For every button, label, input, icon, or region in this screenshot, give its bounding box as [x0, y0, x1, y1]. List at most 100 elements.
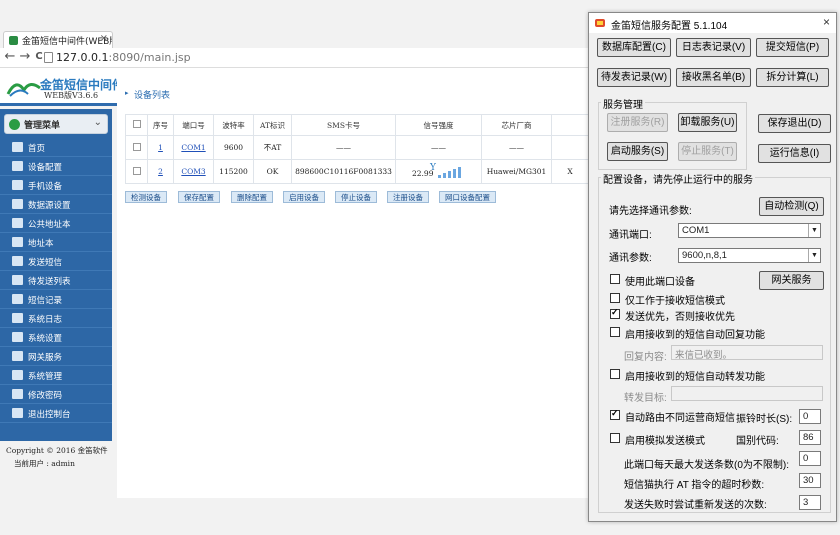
- sidebar-item-label: 退出控制台: [28, 410, 71, 420]
- stop-service-button[interactable]: 停止服务(T): [678, 142, 737, 161]
- col-header: SMS卡号: [291, 114, 396, 136]
- auto-detect-button[interactable]: 自动检测(Q): [759, 197, 824, 216]
- log-table-button[interactable]: 日志表记录(V): [676, 38, 751, 57]
- detect-device-button[interactable]: 检测设备: [125, 191, 167, 203]
- param-select-value: 9600,n,8,1: [682, 250, 727, 261]
- enable-device-button[interactable]: 启用设备: [283, 191, 325, 203]
- recv-only-checkbox[interactable]: [610, 293, 620, 303]
- dropdown-arrow-icon: ▼: [808, 249, 820, 262]
- row-extra: [551, 135, 589, 160]
- row-extra: X: [551, 159, 589, 184]
- sidebar-item[interactable]: 首页: [0, 138, 112, 157]
- sidebar-item[interactable]: 公共地址本: [0, 214, 112, 233]
- queue-icon: [12, 275, 23, 285]
- row-index-link[interactable]: 1: [158, 143, 163, 152]
- sidebar-item[interactable]: 网关服务: [0, 347, 112, 366]
- row-index-link[interactable]: 2: [158, 167, 163, 176]
- sidebar-item-label: 地址本: [28, 239, 54, 249]
- tab-close-icon[interactable]: ×: [100, 33, 108, 44]
- use-port-checkbox[interactable]: [610, 274, 620, 284]
- table-header-row: 序号 端口号 波特率 AT标识 SMS卡号 信号强度 芯片厂商: [125, 114, 589, 136]
- param-select[interactable]: 9600,n,8,1 ▼: [678, 248, 821, 263]
- sim-mode-label: 启用模拟发送模式: [625, 436, 705, 447]
- forward-target-label: 转发目标:: [624, 393, 667, 404]
- row-checkbox[interactable]: [132, 166, 141, 175]
- sidebar-item[interactable]: 待发送列表: [0, 271, 112, 290]
- sidebar-item[interactable]: 数据源设置: [0, 195, 112, 214]
- dialog-titlebar[interactable]: 金笛短信服务配置 5.1.104 ×: [589, 13, 836, 33]
- row-select-cell: [125, 135, 148, 160]
- network-device-config-button[interactable]: 网口设备配置: [439, 191, 496, 203]
- blacklist-button[interactable]: 接收黑名单(B): [676, 68, 751, 87]
- pending-records-button[interactable]: 待发表记录(W): [597, 68, 671, 87]
- back-icon[interactable]: ←: [3, 49, 17, 65]
- sidebar-item[interactable]: 手机设备: [0, 176, 112, 195]
- uninstall-service-button[interactable]: 卸载服务(U): [678, 113, 737, 132]
- register-device-button[interactable]: 注册设备: [387, 191, 429, 203]
- row-port-link[interactable]: COM1: [181, 143, 205, 152]
- page-info-icon[interactable]: [44, 52, 53, 63]
- reply-content-field[interactable]: 来信已收到。: [671, 345, 823, 360]
- sim-mode-checkbox[interactable]: [610, 433, 620, 443]
- app-version: WEB版V3.6.6: [44, 91, 99, 100]
- col-header: 波特率: [213, 114, 254, 136]
- col-header: 序号: [147, 114, 174, 136]
- sidebar-item-label: 发送短信: [28, 258, 63, 268]
- at-timeout-field[interactable]: 30: [799, 473, 821, 488]
- auto-forward-label: 启用接收到的短信自动转发功能: [625, 372, 765, 383]
- max-send-label: 此端口每天最大发送条数(0为不限制):: [624, 460, 789, 471]
- split-calc-button[interactable]: 拆分计算(L): [756, 68, 829, 87]
- run-info-button[interactable]: 运行信息(I): [758, 144, 831, 163]
- favicon-icon: [9, 36, 18, 45]
- port-select[interactable]: COM1 ▼: [678, 223, 821, 238]
- sidebar-item[interactable]: 系统日志: [0, 309, 112, 328]
- forward-icon[interactable]: →: [18, 49, 32, 65]
- country-code-label: 国别代码:: [736, 436, 779, 447]
- save-exit-button[interactable]: 保存退出(D): [758, 114, 831, 133]
- logo-icon: [6, 83, 41, 97]
- sidebar-item-label: 首页: [28, 144, 46, 154]
- row-port-link[interactable]: COM3: [181, 167, 205, 176]
- auto-route-checkbox[interactable]: [610, 408, 620, 420]
- auto-reply-checkbox[interactable]: [610, 327, 620, 337]
- send-first-checkbox[interactable]: [610, 307, 620, 319]
- register-service-button[interactable]: 注册服务(R): [607, 113, 668, 132]
- close-icon[interactable]: ×: [823, 15, 830, 29]
- row-index: 1: [147, 135, 174, 160]
- select-all-checkbox[interactable]: [132, 120, 141, 128]
- url-host: 127.0.0.1: [56, 51, 109, 64]
- col-header-extra: [551, 114, 589, 136]
- retry-field[interactable]: 3: [799, 495, 821, 510]
- sidebar-item[interactable]: 发送短信: [0, 252, 112, 271]
- save-config-button[interactable]: 保存配置: [178, 191, 220, 203]
- country-code-field[interactable]: 86: [799, 430, 821, 445]
- stop-device-button[interactable]: 停止设备: [335, 191, 377, 203]
- auto-forward-checkbox[interactable]: [610, 369, 620, 379]
- sidebar-item[interactable]: 短信记录: [0, 290, 112, 309]
- browser-tab[interactable]: 金笛短信中间件(WEB版) ×: [3, 31, 113, 48]
- row-checkbox[interactable]: [132, 142, 141, 151]
- row-sms: 898600C10116F0081333: [291, 159, 396, 184]
- device-config-group-label: 配置设备，请先停止运行中的服务: [601, 171, 755, 186]
- sidebar-item[interactable]: 退出控制台: [0, 404, 112, 423]
- gateway-service-button[interactable]: 网关服务: [759, 271, 824, 290]
- sidebar-item[interactable]: 地址本: [0, 233, 112, 252]
- sidebar-item[interactable]: 修改密码: [0, 385, 112, 404]
- users-icon: [12, 370, 23, 380]
- submit-sms-button[interactable]: 提交短信(P): [756, 38, 829, 57]
- table-row: 2 COM3 115200 OK 898600C10116F0081333 22…: [125, 159, 589, 184]
- max-send-field[interactable]: 0: [799, 451, 821, 466]
- sidebar-item[interactable]: 系统设置: [0, 328, 112, 347]
- sidebar-item[interactable]: 设备配置: [0, 157, 112, 176]
- start-service-button[interactable]: 启动服务(S): [607, 142, 668, 161]
- db-config-button[interactable]: 数据库配置(C): [597, 38, 671, 57]
- ring-duration-field[interactable]: 0: [799, 409, 821, 424]
- forward-target-field[interactable]: [671, 386, 823, 401]
- sidebar-item[interactable]: 系统管理: [0, 366, 112, 385]
- table-row: 1 COM1 9600 不AT —— —— ——: [125, 135, 589, 160]
- row-port: COM3: [173, 159, 214, 184]
- menu-header[interactable]: 管理菜单 ⌄: [4, 114, 108, 134]
- delete-config-button[interactable]: 删除配置: [231, 191, 273, 203]
- row-index: 2: [147, 159, 174, 184]
- url-input[interactable]: 127.0.0.1:8090/main.jsp: [56, 51, 191, 64]
